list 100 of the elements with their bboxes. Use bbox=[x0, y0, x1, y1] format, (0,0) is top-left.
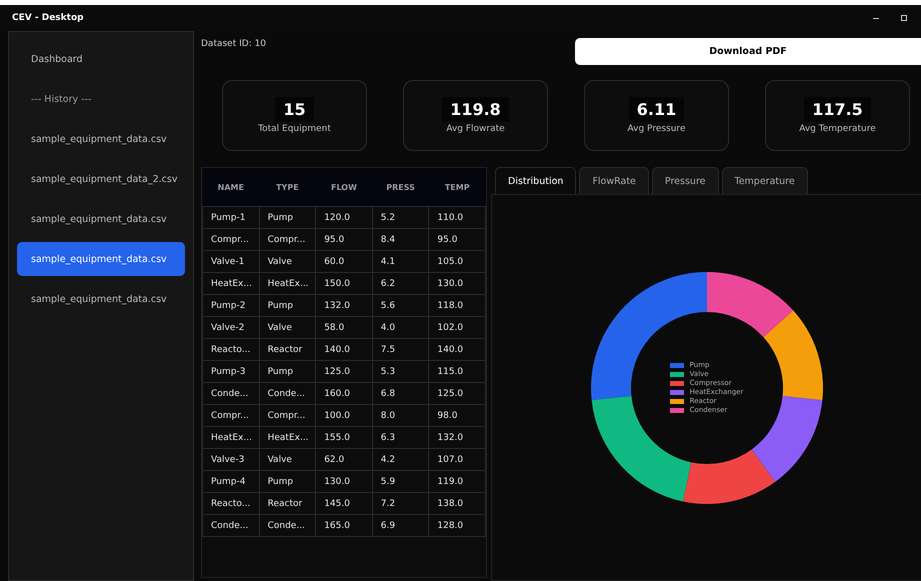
table-cell: 5.6 bbox=[372, 294, 429, 316]
table-cell: 98.0 bbox=[428, 404, 486, 426]
column-header: FLOW bbox=[316, 168, 372, 206]
window-title: CEV - Desktop bbox=[12, 13, 84, 23]
sidebar-item[interactable]: sample_equipment_data.csv bbox=[17, 122, 185, 156]
chart-tab[interactable]: Distribution bbox=[495, 167, 576, 194]
table-cell: Reactor bbox=[259, 492, 316, 514]
table-cell: 120.0 bbox=[316, 206, 372, 228]
download-button[interactable]: Download PDF bbox=[575, 38, 921, 65]
stat-label: Total Equipment bbox=[258, 124, 331, 134]
table-cell: 145.0 bbox=[316, 492, 372, 514]
table-cell: 8.0 bbox=[372, 404, 429, 426]
table-cell: 60.0 bbox=[316, 250, 372, 272]
sidebar-item[interactable]: sample_equipment_data_2.csv bbox=[17, 162, 185, 196]
table-cell: 6.8 bbox=[372, 382, 429, 404]
minimize-icon[interactable] bbox=[873, 17, 879, 19]
table-cell: Valve-3 bbox=[202, 448, 260, 470]
table-cell: 102.0 bbox=[428, 316, 486, 338]
legend-swatch bbox=[670, 372, 684, 376]
legend-swatch bbox=[670, 408, 684, 412]
table-cell: Pump bbox=[259, 206, 316, 228]
legend-swatch bbox=[670, 390, 684, 394]
table-cell: 7.5 bbox=[372, 338, 429, 360]
table-cell: Conde... bbox=[259, 514, 316, 536]
column-header: TEMP bbox=[428, 168, 486, 206]
chart-tab[interactable]: FlowRate bbox=[579, 167, 649, 194]
table-cell: 132.0 bbox=[316, 294, 372, 316]
table-cell: 125.0 bbox=[316, 360, 372, 382]
table-cell: 62.0 bbox=[316, 448, 372, 470]
table-cell: 110.0 bbox=[428, 206, 486, 228]
table-cell: 5.9 bbox=[372, 470, 429, 492]
table-cell: Pump bbox=[259, 470, 316, 492]
table-cell: Pump-2 bbox=[202, 294, 260, 316]
maximize-icon[interactable] bbox=[901, 15, 907, 21]
legend-swatch bbox=[670, 362, 684, 368]
table-cell: 100.0 bbox=[316, 404, 372, 426]
legend-swatch bbox=[670, 380, 684, 386]
table-cell: 115.0 bbox=[428, 360, 486, 382]
table-cell: 125.0 bbox=[428, 382, 486, 404]
table-cell: Valve bbox=[259, 448, 316, 470]
table-cell: Conde... bbox=[259, 382, 316, 404]
table-cell: HeatEx... bbox=[259, 272, 316, 294]
table-cell: Reacto... bbox=[202, 338, 260, 360]
chart-tab[interactable]: Temperature bbox=[722, 167, 808, 194]
sidebar-item[interactable]: Dashboard bbox=[17, 42, 185, 76]
table-cell: 8.4 bbox=[372, 228, 429, 250]
stat-value: 119.8 bbox=[442, 97, 509, 122]
table-cell: 165.0 bbox=[316, 514, 372, 536]
column-header: NAME bbox=[202, 168, 260, 206]
table-cell: Conde... bbox=[202, 382, 260, 404]
history-heading: --- History --- bbox=[30, 92, 92, 106]
table-cell: HeatEx... bbox=[202, 272, 260, 294]
sidebar-item[interactable]: sample_equipment_data.csv bbox=[17, 282, 185, 316]
table-cell: Valve-1 bbox=[202, 250, 260, 272]
stat-value: 6.11 bbox=[628, 97, 684, 122]
table-cell: Valve bbox=[259, 250, 316, 272]
table-cell: Pump-3 bbox=[202, 360, 260, 382]
table-cell: 58.0 bbox=[316, 316, 372, 338]
table-cell: 6.2 bbox=[372, 272, 429, 294]
legend-swatch bbox=[670, 398, 684, 404]
stat-label: Avg Flowrate bbox=[446, 124, 505, 134]
table-cell: HeatEx... bbox=[202, 426, 260, 448]
table-cell: 4.1 bbox=[372, 250, 429, 272]
table-cell: 140.0 bbox=[316, 338, 372, 360]
table-cell: 119.0 bbox=[428, 470, 486, 492]
column-header: TYPE bbox=[259, 168, 316, 206]
table-cell: 150.0 bbox=[316, 272, 372, 294]
stat-label: Avg Temperature bbox=[799, 124, 876, 134]
stat-value: 15 bbox=[275, 97, 314, 122]
column-header: PRESS bbox=[372, 168, 429, 206]
stat-value: 117.5 bbox=[804, 97, 871, 122]
table-cell: Pump-4 bbox=[202, 470, 260, 492]
table-cell: Compr... bbox=[259, 228, 316, 250]
table-cell: 130.0 bbox=[428, 272, 486, 294]
table-cell: 160.0 bbox=[316, 382, 372, 404]
table-cell: 95.0 bbox=[316, 228, 372, 250]
sidebar-item[interactable]: sample_equipment_data.csv bbox=[17, 202, 185, 236]
table-cell: 5.3 bbox=[372, 360, 429, 382]
table-cell: 107.0 bbox=[428, 448, 486, 470]
chart-tab[interactable]: Pressure bbox=[652, 167, 718, 194]
table-cell: 95.0 bbox=[428, 228, 486, 250]
table-cell: HeatEx... bbox=[259, 426, 316, 448]
table-cell: 138.0 bbox=[428, 492, 486, 514]
table-cell: 4.0 bbox=[372, 316, 429, 338]
table-cell: 130.0 bbox=[316, 470, 372, 492]
table-cell: Compr... bbox=[259, 404, 316, 426]
stat-label: Avg Pressure bbox=[628, 124, 686, 134]
table-cell: 6.9 bbox=[372, 514, 429, 536]
sidebar-item[interactable]: sample_equipment_data.csv bbox=[17, 242, 185, 276]
table-cell: Compr... bbox=[202, 404, 260, 426]
table-cell: Valve-2 bbox=[202, 316, 260, 338]
table-cell: 7.2 bbox=[372, 492, 429, 514]
table-cell: Pump bbox=[259, 294, 316, 316]
table-cell: Pump-1 bbox=[202, 206, 260, 228]
table-cell: 105.0 bbox=[428, 250, 486, 272]
table-cell: Reacto... bbox=[202, 492, 260, 514]
dataset-id: Dataset ID: 10 bbox=[201, 39, 266, 49]
table-cell: Conde... bbox=[202, 514, 260, 536]
table-cell: Compr... bbox=[202, 228, 260, 250]
table-cell: Valve bbox=[259, 316, 316, 338]
